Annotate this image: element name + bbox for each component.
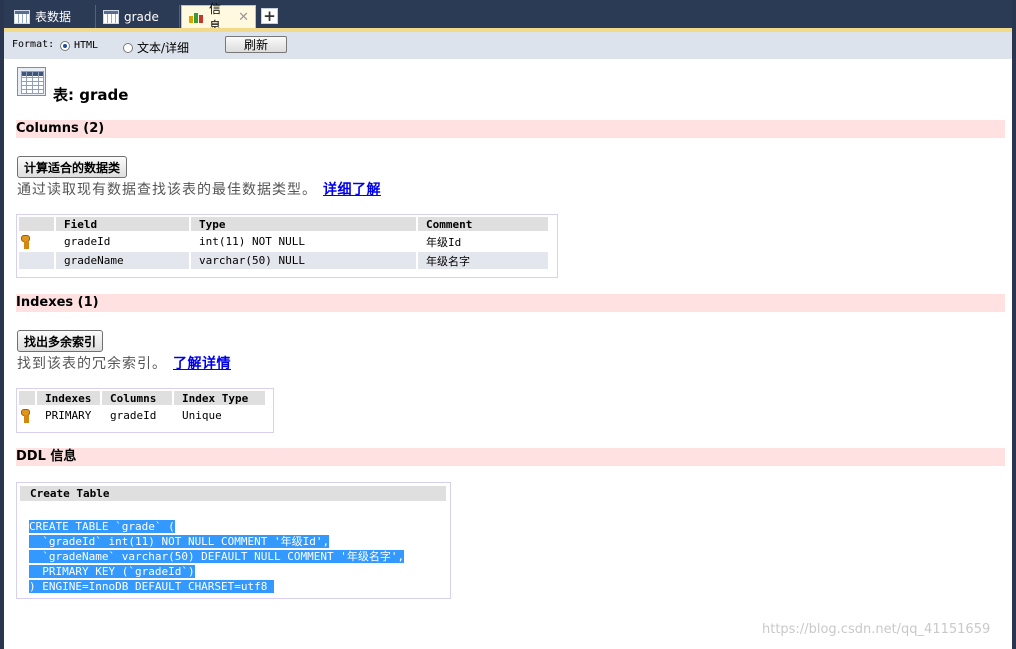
radio-text-label: 文本/详细	[137, 41, 190, 55]
ddl-panel: Create Table CREATE TABLE `grade` ( `gra…	[16, 482, 451, 599]
table-icon	[17, 67, 46, 96]
table-header-row: Field Type Comment	[19, 217, 548, 231]
tab-label: 表数据	[35, 10, 72, 24]
tab-grade[interactable]: grade	[97, 5, 180, 28]
key-cell	[19, 233, 54, 250]
ddl-line: PRIMARY KEY (`gradeId`)	[29, 564, 404, 579]
window-frame-right	[1012, 0, 1016, 649]
table-row: gradeId int(11) NOT NULL 年级Id	[19, 233, 548, 250]
table-row: PRIMARY gradeId Unique	[19, 407, 265, 424]
indexes-description: 找到该表的冗余索引。 了解详情	[17, 353, 231, 373]
ddl-line: `gradeId` int(11) NOT NULL COMMENT '年级Id…	[29, 534, 404, 549]
tab-bar: 表数据 grade 信息 ✕ +	[4, 0, 1012, 33]
column-header: Index Type	[174, 391, 265, 405]
key-column-header	[19, 391, 35, 405]
window-frame-left	[0, 0, 4, 649]
key-cell	[19, 407, 35, 424]
indexes-description-text: 找到该表的冗余索引。	[17, 356, 167, 372]
ddl-line-text: `gradeId` int(11) NOT NULL COMMENT '年级Id…	[29, 535, 330, 548]
indexes-table: Indexes Columns Index Type PRIMARY grade…	[16, 388, 274, 433]
type-cell: varchar(50) NULL	[191, 252, 416, 269]
field-cell: gradeName	[56, 252, 189, 269]
primary-key-icon	[21, 234, 30, 249]
index-type-cell: Unique	[182, 409, 222, 422]
indexes-learn-more-link[interactable]: 了解详情	[173, 356, 231, 372]
columns-table: Field Type Comment gradeId int(11) NOT N…	[16, 214, 558, 278]
format-label: Format:	[12, 39, 55, 50]
ddl-line: ) ENGINE=InnoDB DEFAULT CHARSET=utf8	[29, 579, 404, 594]
watermark: https://blog.csdn.net/qq_41151659	[762, 622, 991, 637]
column-header: Indexes	[37, 391, 100, 405]
ddl-header: Create Table	[20, 486, 446, 501]
tab-info[interactable]: 信息 ✕	[181, 2, 256, 33]
comment-cell: 年级Id	[426, 235, 462, 249]
columns-description-text: 通过读取现有数据查找该表的最佳数据类型。	[17, 182, 317, 198]
key-cell	[19, 252, 54, 269]
primary-key-icon	[21, 408, 30, 423]
ddl-line-text: ) ENGINE=InnoDB DEFAULT CHARSET=utf8	[29, 580, 275, 593]
calculate-datatype-button[interactable]: 计算适合的数据类	[17, 156, 128, 178]
index-columns-cell: gradeId	[110, 409, 157, 422]
radio-selected-icon[interactable]	[60, 40, 70, 51]
page-title: 表: grade	[53, 86, 129, 104]
field-cell: gradeId	[64, 235, 111, 248]
column-header: Type	[191, 217, 416, 231]
table-header-row: Indexes Columns Index Type	[19, 391, 265, 405]
columns-learn-more-link[interactable]: 详细了解	[323, 182, 381, 198]
index-name-cell: PRIMARY	[45, 409, 92, 422]
tab-label: grade	[124, 9, 159, 24]
close-icon[interactable]: ✕	[238, 10, 249, 25]
tab-table-data[interactable]: 表数据	[8, 5, 96, 28]
table-grid-icon	[14, 9, 30, 24]
ddl-line: `gradeName` varchar(50) DEFAULT NULL COM…	[29, 549, 405, 564]
ddl-section-heading: DDL 信息	[16, 448, 1005, 466]
add-tab-icon[interactable]: +	[261, 8, 278, 24]
radio-text-detail[interactable]: 文本/详细	[123, 39, 189, 56]
ddl-line-text: `gradeName` varchar(50) DEFAULT NULL COM…	[29, 550, 405, 563]
column-header: Field	[56, 217, 189, 231]
radio-html[interactable]: HTML	[60, 40, 98, 51]
radio-unselected-icon[interactable]	[123, 42, 133, 53]
table-row: gradeName varchar(50) NULL 年级名字	[19, 252, 548, 269]
ddl-code[interactable]: CREATE TABLE `grade` ( `gradeId` int(11)…	[29, 519, 405, 594]
ddl-line: CREATE TABLE `grade` (	[29, 519, 404, 534]
refresh-button[interactable]: 刷新	[225, 36, 287, 53]
ddl-line-text: CREATE TABLE `grade` (	[29, 520, 175, 533]
ddl-line-text: PRIMARY KEY (`gradeId`)	[29, 565, 195, 578]
table-grid-icon	[103, 9, 119, 24]
find-redundant-indexes-button[interactable]: 找出多余索引	[17, 330, 104, 352]
radio-html-label: HTML	[74, 40, 99, 51]
columns-section-heading: Columns (2)	[16, 120, 1005, 138]
comment-cell: 年级名字	[418, 252, 548, 269]
column-header: Columns	[102, 391, 172, 405]
columns-description: 通过读取现有数据查找该表的最佳数据类型。 详细了解	[17, 179, 381, 199]
indexes-section-heading: Indexes (1)	[16, 294, 1005, 312]
format-toolbar: Format: HTML 文本/详细 刷新	[4, 32, 1012, 59]
info-chart-icon	[188, 10, 204, 24]
column-header: Comment	[418, 217, 548, 231]
type-cell: int(11) NOT NULL	[199, 235, 305, 248]
key-column-header	[19, 217, 54, 231]
